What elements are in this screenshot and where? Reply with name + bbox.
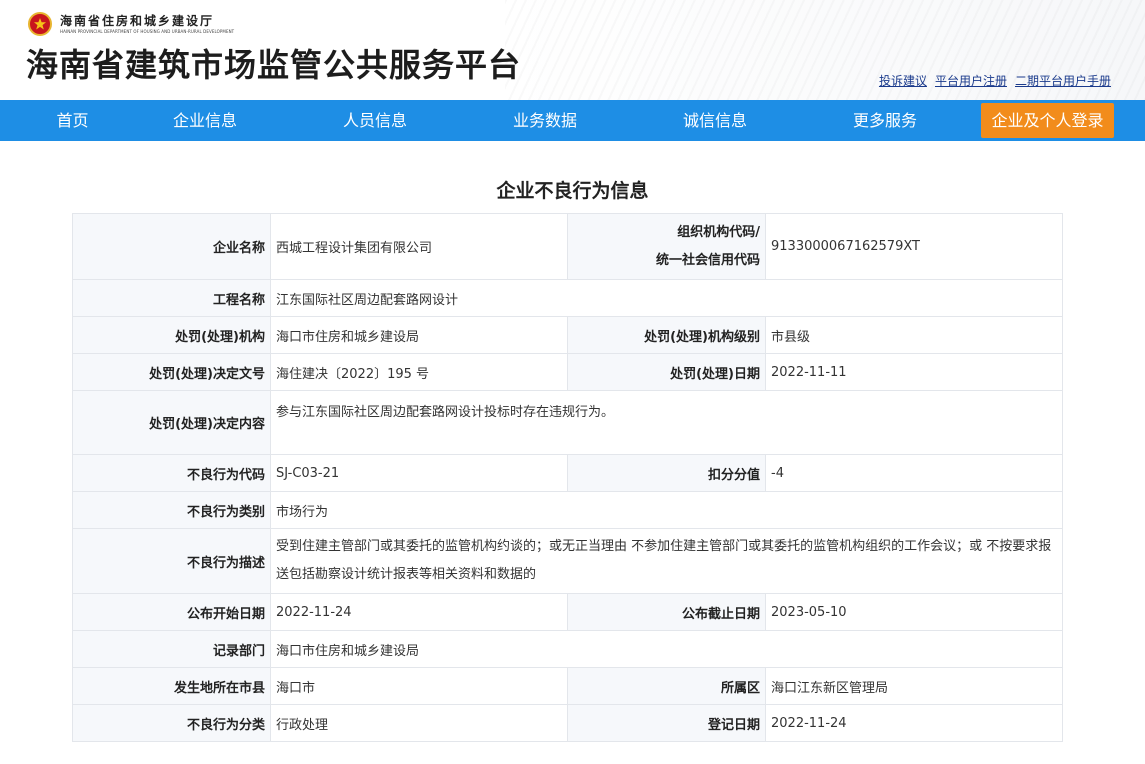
behavior-type-value: 市场行为	[270, 491, 1063, 529]
decision-date-label: 处罚(处理)日期	[567, 353, 766, 391]
department-logo[interactable]: 海南省住房和城乡建设厅 HAINAN PROVINCIAL DEPARTMENT…	[28, 9, 234, 39]
table-row: 工程名称 江东国际社区周边配套路网设计	[72, 279, 1063, 317]
record-table: 企业名称 西城工程设计集团有限公司 组织机构代码/ 统一社会信用代码 91330…	[72, 213, 1063, 742]
org-code-label-line2: 统一社会信用代码	[655, 252, 760, 268]
manual-link[interactable]: 二期平台用户手册	[1015, 72, 1111, 89]
company-name-value: 西城工程设计集团有限公司	[270, 213, 568, 280]
decision-content-value: 参与江东国际社区周边配套路网设计投标时存在违规行为。	[270, 390, 1063, 455]
decision-no-label: 处罚(处理)决定文号	[72, 353, 271, 391]
behavior-desc-value: 受到住建主管部门或其委托的监管机构约谈的；或无正当理由 不参加住建主管部门或其委…	[270, 528, 1063, 594]
agency-level-value: 市县级	[765, 316, 1063, 354]
publish-start-value: 2022-11-24	[270, 593, 568, 631]
nav-business-data[interactable]: 业务数据	[485, 100, 605, 141]
national-emblem-icon	[28, 12, 52, 36]
page-title: 企业不良行为信息	[496, 180, 649, 202]
deduct-label: 扣分分值	[567, 454, 766, 492]
deduct-value: -4	[765, 454, 1063, 492]
publish-start-label: 公布开始日期	[72, 593, 271, 631]
complaint-link[interactable]: 投诉建议	[879, 72, 927, 89]
table-row: 发生地所在市县 海口市 所属区 海口江东新区管理局	[72, 667, 1063, 705]
site-header: 海南省住房和城乡建设厅 HAINAN PROVINCIAL DEPARTMENT…	[0, 0, 1145, 100]
table-row: 处罚(处理)决定内容 参与江东国际社区周边配套路网设计投标时存在违规行为。	[72, 390, 1063, 455]
org-code-value: 9133000067162579XT	[765, 213, 1063, 280]
publish-end-value: 2023-05-10	[765, 593, 1063, 631]
table-row: 不良行为代码 SJ-C03-21 扣分分值 -4	[72, 454, 1063, 492]
star-icon	[34, 18, 46, 30]
platform-title: 海南省建筑市场监管公共服务平台	[26, 46, 522, 84]
category-value: 行政处理	[270, 704, 568, 742]
behavior-code-value: SJ-C03-21	[270, 454, 568, 492]
decision-no-value: 海住建决〔2022〕195 号	[270, 353, 568, 391]
record-dept-value: 海口市住房和城乡建设局	[270, 630, 1063, 668]
department-name-cn: 海南省住房和城乡建设厅	[60, 13, 215, 28]
nav-credit-info[interactable]: 诚信信息	[605, 100, 825, 141]
top-links: 投诉建议 平台用户注册 二期平台用户手册	[879, 72, 1111, 89]
department-name: 海南省住房和城乡建设厅 HAINAN PROVINCIAL DEPARTMENT…	[60, 14, 234, 35]
org-code-label-line1: 组织机构代码/	[677, 224, 760, 240]
project-name-value: 江东国际社区周边配套路网设计	[270, 279, 1063, 317]
city-label: 发生地所在市县	[72, 667, 271, 705]
table-row: 处罚(处理)决定文号 海住建决〔2022〕195 号 处罚(处理)日期 2022…	[72, 353, 1063, 391]
table-row: 不良行为描述 受到住建主管部门或其委托的监管机构约谈的；或无正当理由 不参加住建…	[72, 528, 1063, 594]
category-label: 不良行为分类	[72, 704, 271, 742]
register-date-label: 登记日期	[567, 704, 766, 742]
org-code-label: 组织机构代码/ 统一社会信用代码	[567, 213, 766, 280]
district-label: 所属区	[567, 667, 766, 705]
behavior-type-label: 不良行为类别	[72, 491, 271, 529]
table-row: 公布开始日期 2022-11-24 公布截止日期 2023-05-10	[72, 593, 1063, 631]
project-name-label: 工程名称	[72, 279, 271, 317]
table-row: 处罚(处理)机构 海口市住房和城乡建设局 处罚(处理)机构级别 市县级	[72, 316, 1063, 354]
publish-end-label: 公布截止日期	[567, 593, 766, 631]
nav-enterprise-info[interactable]: 企业信息	[145, 100, 265, 141]
city-value: 海口市	[270, 667, 568, 705]
company-name-label: 企业名称	[72, 213, 271, 280]
decision-date-value: 2022-11-11	[765, 353, 1063, 391]
nav-personnel-info[interactable]: 人员信息	[265, 100, 485, 141]
department-name-en: HAINAN PROVINCIAL DEPARTMENT OF HOUSING …	[60, 28, 235, 34]
record-dept-label: 记录部门	[72, 630, 271, 668]
agency-label: 处罚(处理)机构	[72, 316, 271, 354]
nav-more-services[interactable]: 更多服务	[825, 100, 945, 141]
nav-home[interactable]: 首页	[0, 100, 145, 141]
table-row: 不良行为类别 市场行为	[72, 491, 1063, 529]
behavior-code-label: 不良行为代码	[72, 454, 271, 492]
table-row: 不良行为分类 行政处理 登记日期 2022-11-24	[72, 704, 1063, 742]
main-nav: 首页 企业信息 人员信息 业务数据 诚信信息 更多服务 企业及个人登录	[0, 100, 1145, 141]
agency-level-label: 处罚(处理)机构级别	[567, 316, 766, 354]
agency-value: 海口市住房和城乡建设局	[270, 316, 568, 354]
table-row: 企业名称 西城工程设计集团有限公司 组织机构代码/ 统一社会信用代码 91330…	[72, 213, 1063, 280]
behavior-desc-label: 不良行为描述	[72, 528, 271, 594]
register-date-value: 2022-11-24	[765, 704, 1063, 742]
table-row: 记录部门 海口市住房和城乡建设局	[72, 630, 1063, 668]
district-value: 海口江东新区管理局	[765, 667, 1063, 705]
login-button[interactable]: 企业及个人登录	[981, 103, 1114, 138]
decision-content-label: 处罚(处理)决定内容	[72, 390, 271, 455]
register-link[interactable]: 平台用户注册	[935, 72, 1007, 89]
